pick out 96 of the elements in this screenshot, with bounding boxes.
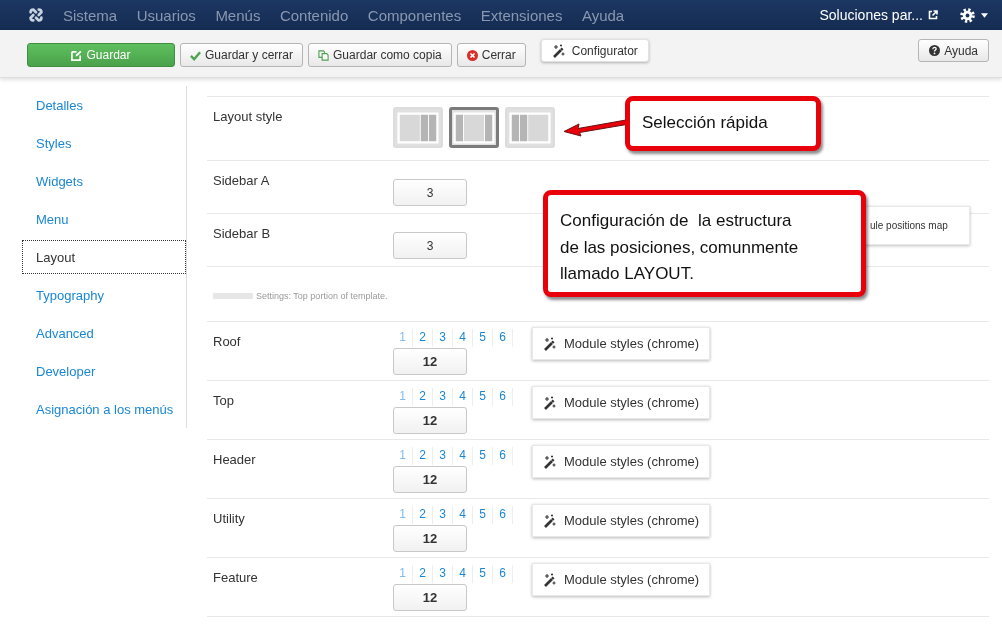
number-field[interactable]: 3 <box>393 179 467 206</box>
column-count-link[interactable]: 4 <box>453 506 473 524</box>
column-count-link[interactable]: 3 <box>433 329 453 347</box>
column-count-link[interactable]: 1 <box>393 447 413 465</box>
callout-note: Selección rápida <box>625 96 821 151</box>
column-count-link[interactable]: 4 <box>453 447 473 465</box>
external-link-icon <box>928 10 938 20</box>
magic-wand-icon <box>543 454 557 469</box>
module-styles-button[interactable]: Module styles (chrome) <box>532 445 711 478</box>
position-label: Header <box>212 451 257 469</box>
column-count-link[interactable]: 4 <box>453 329 473 347</box>
section-note: Settings: Top portion of template. <box>256 291 388 301</box>
column-count-link[interactable]: 5 <box>473 329 493 347</box>
sidebar-tab[interactable]: Menu <box>22 202 186 236</box>
settings-icon[interactable] <box>960 7 975 23</box>
toolbar-button[interactable]: Configurator <box>540 39 649 62</box>
number-field[interactable]: 3 <box>393 232 467 259</box>
sidebar-tab[interactable]: Detalles <box>22 88 186 122</box>
nav-menu-item[interactable]: Ayuda <box>581 6 625 24</box>
sidebar-tab[interactable]: Asignación a los menús <box>22 392 186 426</box>
toolbar-button[interactable]: Cerrar <box>456 43 526 67</box>
check-icon <box>190 49 201 61</box>
nav-menu-item[interactable]: Componentes <box>367 6 462 24</box>
toolbar-button[interactable]: Guardar y cerrar <box>180 43 304 67</box>
column-count-link[interactable]: 1 <box>393 329 413 347</box>
module-styles-button[interactable]: Module styles (chrome) <box>532 386 711 419</box>
field-label: Sidebar A <box>212 172 271 190</box>
column-count-link[interactable]: 5 <box>473 447 493 465</box>
edit-icon <box>71 49 83 61</box>
field-label: Layout style <box>212 108 284 126</box>
nav-menu-item[interactable]: Menús <box>215 6 261 24</box>
magic-wand-icon <box>543 572 557 587</box>
column-count-link[interactable]: 6 <box>493 388 513 406</box>
column-count-link[interactable]: 4 <box>453 388 473 406</box>
nav-menu-item[interactable]: Extensiones <box>480 6 563 24</box>
callout-note: Configuración de la estructura de las posiciones, comunmente llamado LAYOUT. <box>543 190 866 297</box>
column-count-link[interactable]: 1 <box>393 388 413 406</box>
column-count-link[interactable]: 3 <box>433 506 453 524</box>
field-label: Sidebar B <box>212 225 272 243</box>
column-count-link[interactable]: 3 <box>433 565 453 583</box>
width-field[interactable]: 12 <box>393 348 467 375</box>
columns-layout-icon <box>397 111 439 144</box>
magic-wand-icon <box>543 336 557 351</box>
module-styles-button[interactable]: Module styles (chrome) <box>532 327 711 360</box>
copy-icon <box>318 49 330 61</box>
column-count-link[interactable]: 3 <box>433 447 453 465</box>
layout-option[interactable] <box>449 107 499 148</box>
sidebar-tab[interactable]: Typography <box>22 278 186 312</box>
help-button[interactable]: Ayuda <box>918 39 989 62</box>
column-count-link[interactable]: 3 <box>433 388 453 406</box>
column-count-link[interactable]: 5 <box>473 565 493 583</box>
columns-layout-icon <box>509 111 551 144</box>
nav-menu-item[interactable]: Contenido <box>279 6 349 24</box>
sidebar-tab[interactable]: Advanced <box>22 316 186 350</box>
sidebar-tab[interactable]: Layout <box>22 240 186 274</box>
column-count-link[interactable]: 6 <box>493 447 513 465</box>
column-count-link[interactable]: 6 <box>493 565 513 583</box>
nav-menu-item[interactable]: Usuarios <box>136 6 196 24</box>
help-icon <box>929 45 941 56</box>
sidebar-tab[interactable]: Styles <box>22 126 186 160</box>
column-count-link[interactable]: 2 <box>413 388 433 406</box>
close-icon <box>466 49 478 61</box>
column-count-link[interactable]: 2 <box>413 329 433 347</box>
column-count-link[interactable]: 2 <box>413 506 433 524</box>
logo-icon[interactable] <box>27 6 45 24</box>
column-count-link[interactable]: 4 <box>453 565 473 583</box>
width-field[interactable]: 12 <box>393 466 467 493</box>
position-label: Roof <box>212 333 242 351</box>
site-link[interactable]: Soluciones par... <box>819 7 923 23</box>
sidebar-tab[interactable]: Widgets <box>22 164 186 198</box>
position-label: Utility <box>212 510 246 528</box>
sidebar-tab[interactable]: Developer <box>22 354 186 388</box>
module-styles-button[interactable]: Module styles (chrome) <box>532 563 711 596</box>
width-field[interactable]: 12 <box>393 525 467 552</box>
nav-menu-item[interactable]: Sistema <box>63 6 118 24</box>
column-count-link[interactable]: 2 <box>413 565 433 583</box>
columns-layout-icon <box>453 111 495 144</box>
magic-wand-icon <box>543 513 557 528</box>
caret-icon <box>981 12 988 18</box>
column-count-link[interactable]: 2 <box>413 447 433 465</box>
width-field[interactable]: 12 <box>393 407 467 434</box>
column-count-link[interactable]: 6 <box>493 329 513 347</box>
width-field[interactable]: 12 <box>393 584 467 611</box>
module-styles-button[interactable]: Module styles (chrome) <box>532 504 711 537</box>
column-count-link[interactable]: 1 <box>393 565 413 583</box>
column-count-link[interactable]: 5 <box>473 506 493 524</box>
column-count-link[interactable]: 1 <box>393 506 413 524</box>
position-label: Top <box>212 392 235 410</box>
magic-wand-icon <box>543 395 557 410</box>
column-count-link[interactable]: 5 <box>473 388 493 406</box>
magic-wand-icon <box>551 43 566 58</box>
toolbar-button[interactable]: Guardar <box>27 43 175 67</box>
column-count-link[interactable]: 6 <box>493 506 513 524</box>
positions-map-button[interactable]: ule positions map <box>863 206 970 245</box>
toolbar-button[interactable]: Guardar como copia <box>308 43 452 67</box>
position-label: Feature <box>212 569 259 587</box>
